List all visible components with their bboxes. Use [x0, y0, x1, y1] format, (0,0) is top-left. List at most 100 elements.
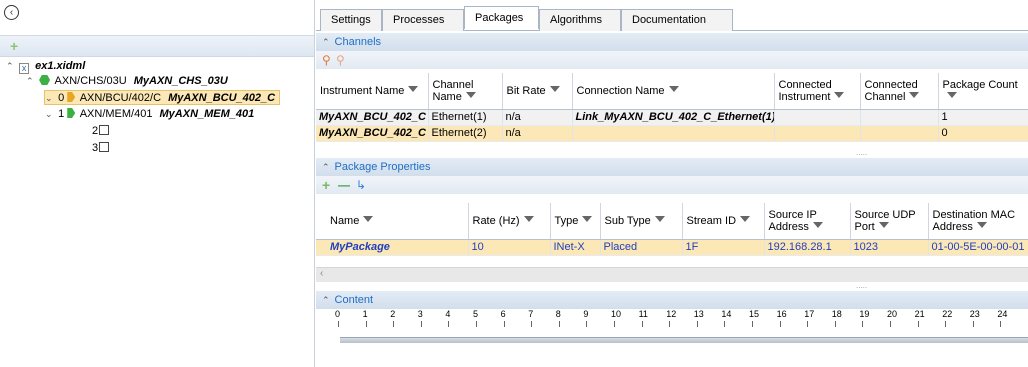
scroll-left-icon[interactable]: ‹ — [320, 268, 323, 279]
column-header[interactable]: Sub Type — [600, 203, 683, 240]
module-name: MyAXN_BCU_402_C — [168, 92, 276, 104]
ruler-tick-mark — [834, 321, 836, 327]
ruler-tick-mark — [448, 321, 450, 327]
content-section-header[interactable]: ⌃ Content — [316, 291, 1028, 309]
ruler-tick-label: 10 — [611, 309, 622, 319]
collapse-icon[interactable]: ⌃ — [322, 295, 330, 305]
column-header[interactable]: Channel Name — [428, 73, 503, 110]
table-cell: MyPackage — [316, 239, 469, 256]
hardware-tree-panel: ‹ + ⌃ x ex1.xidml ⌃ AXN/CHS/03U MyAXN_CH… — [0, 0, 315, 367]
chassis-name: MyAXN_CHS_03U — [133, 75, 228, 87]
channels-section-header[interactable]: ⌃ Channels — [316, 33, 1028, 51]
column-header[interactable]: Package Count — [938, 73, 1028, 110]
table-row[interactable]: MyAXN_BCU_402_C Ethernet(2) n/a 0 — [316, 125, 1028, 142]
column-header[interactable]: Source UDP Port — [850, 203, 929, 240]
filter-icon[interactable] — [947, 92, 958, 102]
ruler-tick-mark — [558, 321, 560, 327]
ruler-tick-mark — [752, 321, 753, 327]
arrow-down-icon[interactable]: ↳ — [356, 176, 366, 194]
splitter-grip[interactable]: ..... — [856, 148, 867, 157]
disconnect-icon[interactable]: ⚲ — [336, 51, 345, 69]
column-header[interactable]: Source IP Address — [764, 203, 851, 240]
chassis-path: AXN/CHS/03U — [54, 75, 127, 87]
chassis-icon — [39, 75, 51, 85]
chevron-up-icon[interactable]: ⌃ — [26, 74, 36, 89]
filter-icon[interactable] — [669, 86, 680, 96]
filter-icon[interactable] — [655, 216, 666, 226]
details-panel: Settings Processes Packages Algorithms D… — [316, 0, 1028, 367]
filter-icon[interactable] — [909, 92, 920, 102]
chevron-down-icon[interactable]: ⌄ — [45, 107, 55, 122]
table-cell: 01-00-5E-00-00-01 — [928, 239, 1028, 256]
column-header[interactable]: Stream ID — [682, 203, 765, 240]
column-header[interactable]: Destination MAC Address — [928, 203, 1028, 240]
module-path: AXN/BCU/402/C — [79, 92, 162, 104]
chevron-up-icon[interactable]: ⌃ — [6, 59, 16, 74]
content-bar[interactable] — [340, 337, 1028, 343]
tree-root-label: ex1.xidml — [35, 60, 86, 72]
add-icon[interactable]: + — [322, 176, 330, 194]
table-cell: 0 — [938, 125, 1028, 142]
table-row[interactable]: MyPackage 10 INet-X Placed 1F 192.168.28… — [316, 239, 1028, 256]
collapse-icon[interactable]: ⌃ — [322, 162, 330, 172]
table-row[interactable]: MyAXN_BCU_402_C Ethernet(1) n/a Link_MyA… — [316, 109, 1028, 126]
column-header[interactable]: Bit Rate — [502, 73, 573, 110]
filter-icon[interactable] — [408, 86, 419, 96]
ruler-tick-mark — [917, 321, 919, 327]
column-header[interactable]: Type — [550, 203, 601, 240]
ruler-tick-label: 6 — [500, 309, 506, 319]
slot-number: 3 — [92, 142, 99, 154]
remove-icon[interactable]: — — [338, 176, 350, 194]
column-header[interactable]: Connection Name — [572, 73, 775, 110]
chevron-down-icon[interactable]: ⌄ — [45, 91, 55, 106]
tab-packages[interactable]: Packages — [464, 6, 539, 29]
filter-icon[interactable] — [879, 222, 890, 232]
ruler-tick-label: 2 — [390, 309, 396, 319]
column-header[interactable]: Rate (Hz) — [468, 203, 551, 240]
filter-icon[interactable] — [363, 216, 374, 226]
table-cell: Ethernet(1) — [428, 109, 503, 126]
tree-node-chassis[interactable]: ⌃ AXN/CHS/03U MyAXN_CHS_03U — [26, 74, 228, 89]
column-header[interactable]: Connected Instrument — [774, 73, 861, 110]
tree-node-module-1[interactable]: ⌄ 1 AXN/MEM/401 MyAXN_MEM_401 — [45, 107, 254, 122]
horizontal-scrollbar[interactable]: ‹ — [316, 267, 1028, 282]
connect-icon[interactable]: ⚲ — [322, 51, 331, 69]
tree-node-slot-3[interactable]: 3 — [92, 141, 110, 156]
add-icon[interactable]: + — [10, 39, 18, 53]
tab-algorithms[interactable]: Algorithms — [539, 9, 621, 31]
channels-toolbar: ⚲ ⚲ — [316, 51, 1028, 69]
package-properties-section-header[interactable]: ⌃ Package Properties — [316, 158, 1028, 176]
tree-toolbar: + — [0, 35, 314, 57]
column-header[interactable]: Name — [316, 203, 469, 240]
ruler-tick-label: 23 — [969, 309, 980, 319]
ruler-tick-mark — [807, 321, 809, 327]
filter-icon[interactable] — [834, 92, 845, 102]
ruler-tick-mark — [614, 321, 615, 327]
splitter-grip[interactable]: ..... — [856, 281, 867, 290]
ruler-tick-label: 21 — [914, 309, 925, 319]
filter-icon[interactable] — [550, 86, 561, 96]
filter-icon[interactable] — [466, 92, 477, 102]
ruler-tick-mark — [393, 321, 395, 327]
filter-icon[interactable] — [582, 216, 593, 226]
column-header[interactable]: Instrument Name — [316, 73, 429, 110]
column-header[interactable]: Connected Channel — [860, 73, 939, 110]
ruler-tick-label: 22 — [942, 309, 953, 319]
tree-node-module-0[interactable]: ⌄ 0 AXN/BCU/402/C MyAXN_BCU_402_C — [44, 90, 281, 106]
tree-node-root[interactable]: ⌃ x ex1.xidml — [6, 59, 85, 74]
channels-title: Channels — [334, 36, 382, 48]
ruler-tick-label: 5 — [473, 309, 479, 319]
tab-settings[interactable]: Settings — [320, 9, 382, 31]
package-properties-title: Package Properties — [334, 161, 431, 173]
filter-icon[interactable] — [977, 222, 988, 232]
collapse-icon[interactable]: ⌃ — [322, 37, 330, 47]
ruler-tick-label: 4 — [445, 309, 451, 319]
filter-icon[interactable] — [524, 216, 535, 226]
back-icon[interactable]: ‹ — [4, 5, 19, 20]
filter-icon[interactable] — [740, 216, 751, 226]
tree-node-slot-2[interactable]: 2 — [92, 124, 110, 139]
filter-icon[interactable] — [813, 222, 824, 232]
tab-documentation[interactable]: Documentation — [621, 9, 733, 31]
tab-processes[interactable]: Processes — [382, 9, 464, 31]
table-cell: n/a — [502, 125, 573, 142]
